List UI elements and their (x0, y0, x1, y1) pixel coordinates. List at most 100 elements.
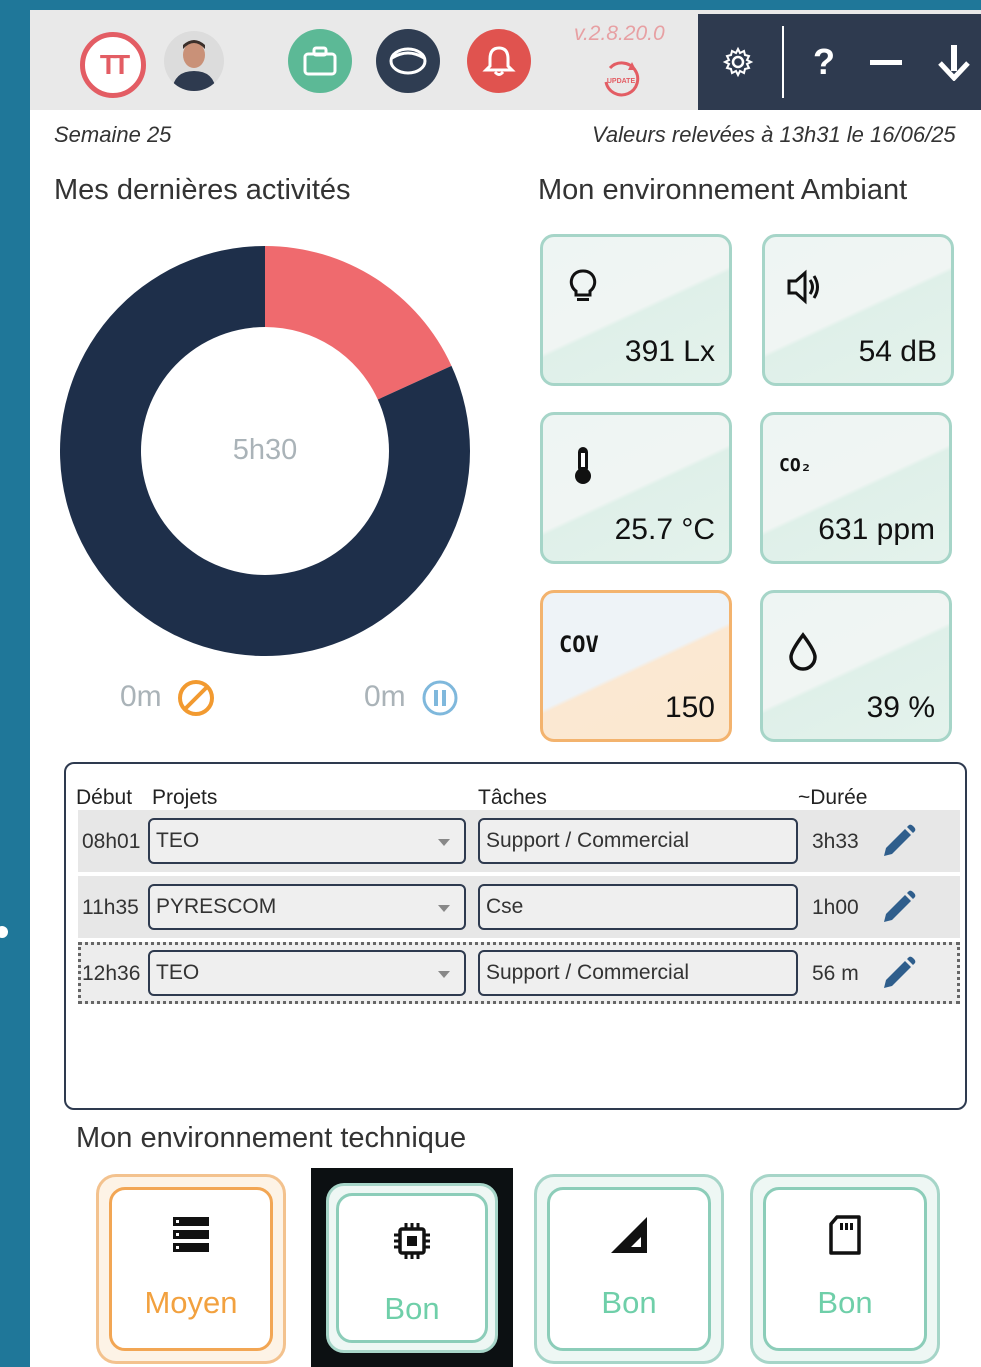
column-header-duration: ~Durée (798, 786, 868, 809)
network-status-card[interactable]: Bon (534, 1174, 724, 1364)
user-avatar[interactable] (164, 31, 224, 91)
project-select[interactable]: TEO (148, 818, 466, 864)
sd-card-status-card[interactable]: Bon (750, 1174, 940, 1364)
task-field[interactable]: Support / Commercial (478, 950, 798, 996)
co2-icon: CO₂ (779, 455, 812, 476)
donut-slice (265, 246, 452, 400)
humidity-tile[interactable]: 39 % (760, 590, 952, 742)
database-button[interactable] (376, 29, 440, 93)
settings-button[interactable] (718, 40, 758, 84)
chevron-down-icon (438, 839, 450, 846)
update-button[interactable]: UPDATE (598, 56, 644, 102)
thermometer-icon (575, 447, 591, 484)
minus-icon (870, 60, 902, 65)
sd-card-icon (829, 1215, 861, 1255)
update-label: UPDATE (607, 78, 636, 85)
avatar-icon (172, 40, 216, 91)
technical-title: Mon environnement technique (76, 1122, 467, 1154)
edit-pencil-icon[interactable] (878, 888, 918, 928)
arrow-down-icon (938, 45, 970, 81)
sd-card-status-label: Bon (817, 1285, 873, 1320)
cpu-status-label: Bon (384, 1291, 440, 1326)
pause-icon (422, 680, 458, 716)
donut-total-label: 5h30 (232, 434, 298, 466)
side-indicator-dot (0, 926, 8, 938)
cov-icon: COV (559, 633, 599, 658)
blocked-icon (178, 680, 215, 716)
signal-icon (611, 1217, 647, 1253)
version-label: v.2.8.20.0 (574, 22, 665, 45)
help-button[interactable]: ? (804, 40, 844, 84)
edit-pencil-icon[interactable] (878, 954, 918, 994)
row-start-time: 11h35 (82, 896, 139, 919)
week-label: Semaine 25 (54, 122, 172, 147)
bell-icon (482, 46, 516, 76)
task-field-value: Support / Commercial (486, 829, 690, 852)
row-duration: 1h00 (812, 896, 859, 919)
app-window: TT v.2.8.20.0 UPDATE ? Semaine 25 Valeur… (30, 10, 981, 1367)
row-duration: 3h33 (812, 830, 859, 853)
task-field-value: Support / Commercial (486, 961, 690, 984)
chevron-down-icon (438, 905, 450, 912)
lightbulb-icon (569, 269, 597, 301)
row-duration: 56 m (812, 962, 859, 985)
server-icon (173, 1217, 209, 1252)
update-icon: UPDATE (604, 61, 640, 97)
minimize-button[interactable] (866, 40, 906, 84)
column-header-project: Projets (152, 786, 218, 809)
blocked-time-legend: 0m (120, 678, 216, 718)
network-status-label: Bon (601, 1285, 657, 1320)
co2-tile[interactable]: CO₂ 631 ppm (760, 412, 952, 564)
row-start-time: 12h36 (82, 962, 141, 985)
temperature-tile[interactable]: 25.7 °C (540, 412, 732, 564)
edit-pencil-icon[interactable] (878, 822, 918, 862)
readings-timestamp: Valeurs relevées à 13h31 le 16/06/25 (592, 122, 956, 147)
task-field-value: Cse (486, 895, 524, 918)
column-header-start: Début (76, 786, 133, 809)
paused-time-legend: 0m (364, 678, 460, 718)
row-start-time: 08h01 (82, 830, 141, 853)
card-inner (547, 1187, 711, 1351)
card-inner (109, 1187, 273, 1351)
blocked-time-value: 0m (120, 679, 162, 713)
project-select-value: PYRESCOM (156, 895, 277, 918)
cpu-icon (394, 1223, 430, 1259)
project-select-value: TEO (156, 961, 200, 984)
task-field[interactable]: Support / Commercial (478, 818, 798, 864)
task-field[interactable]: Cse (478, 884, 798, 930)
drop-icon (789, 632, 817, 671)
gear-icon (722, 46, 754, 78)
project-select[interactable]: TEO (148, 950, 466, 996)
noise-level-tile[interactable]: 54 dB (762, 234, 954, 386)
speaker-icon (787, 269, 819, 305)
paused-time-value: 0m (364, 679, 406, 713)
column-header-task: Tâches (478, 786, 547, 809)
cov-tile[interactable]: COV 150 (540, 590, 732, 742)
toolbar-divider (782, 26, 784, 98)
humidity-value: 39 % (866, 691, 935, 724)
briefcase-icon (303, 46, 337, 76)
briefcase-button[interactable] (288, 29, 352, 93)
top-toolbar: TT v.2.8.20.0 UPDATE ? (30, 10, 981, 110)
project-select[interactable]: PYRESCOM (148, 884, 466, 930)
chevron-down-icon (438, 971, 450, 978)
cpu-status-card[interactable]: Bon (311, 1168, 513, 1367)
help-label: ? (813, 41, 835, 82)
storage-status-label: Moyen (144, 1285, 238, 1320)
noise-level-value: 54 dB (858, 335, 937, 368)
storage-status-card[interactable]: Moyen (96, 1174, 286, 1364)
project-select-value: TEO (156, 829, 200, 852)
ambient-title: Mon environnement Ambiant (538, 174, 908, 206)
collapse-button[interactable] (934, 40, 974, 84)
window-tools: ? (698, 14, 981, 110)
app-logo: TT (80, 32, 146, 98)
co2-value: 631 ppm (818, 513, 935, 546)
app-logo-text: TT (99, 49, 130, 80)
light-level-tile[interactable]: 391 Lx (540, 234, 732, 386)
cov-value: 150 (664, 691, 715, 724)
notifications-button[interactable] (467, 29, 531, 93)
disk-icon (389, 47, 427, 75)
activities-title: Mes dernières activités (54, 174, 351, 206)
card-inner (763, 1187, 927, 1351)
light-level-value: 391 Lx (624, 335, 715, 368)
